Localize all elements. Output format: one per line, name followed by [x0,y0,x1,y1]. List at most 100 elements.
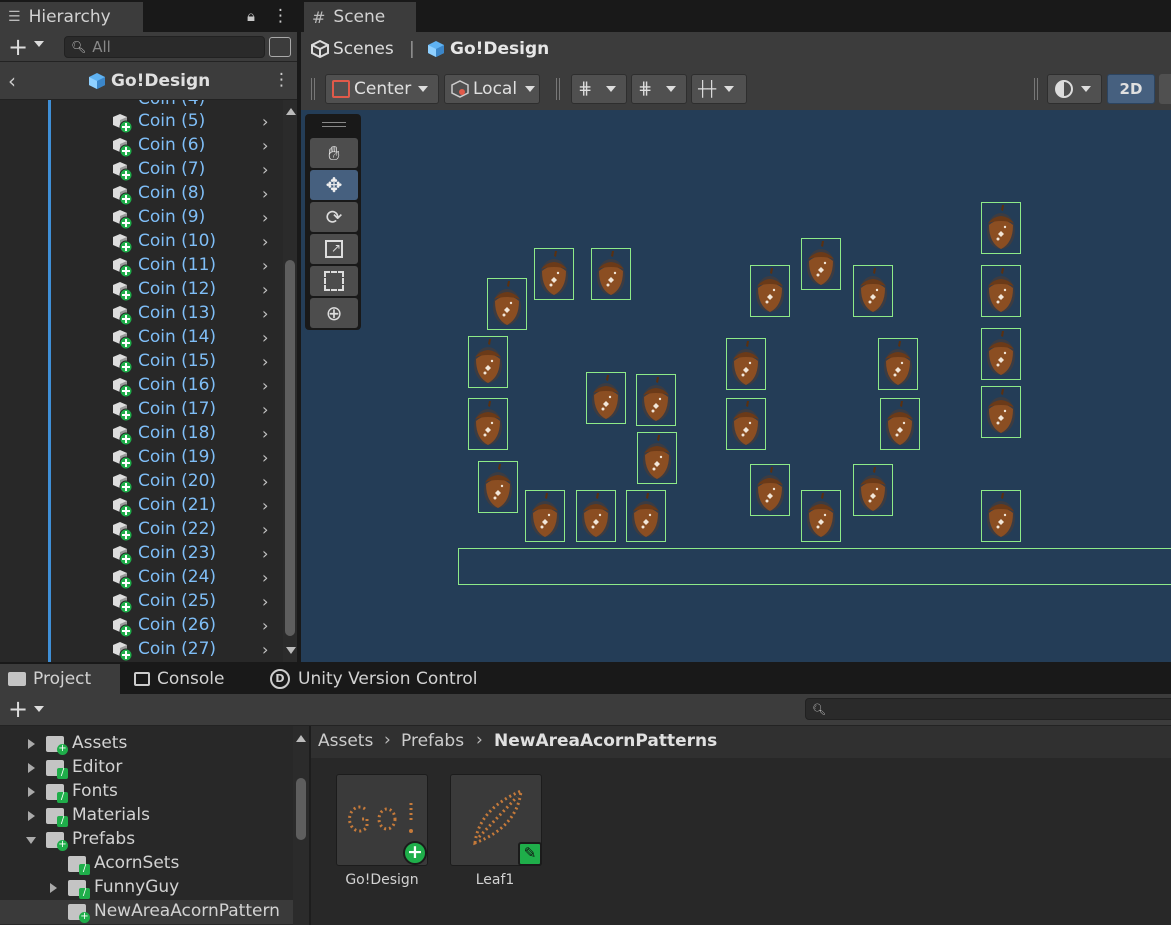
acorn-sprite[interactable] [626,490,666,542]
chevron-right-icon[interactable]: › [262,544,268,563]
chevron-down-icon[interactable] [34,706,44,712]
list-item[interactable]: Coin (24) › [0,566,283,590]
transform-tool-button[interactable]: ⊕ [310,298,358,328]
scroll-up-icon[interactable] [286,108,296,115]
tree-item[interactable]: / Fonts [0,780,293,804]
asset-tile-leaf1[interactable]: ✎ [450,774,542,866]
acorn-sprite[interactable] [487,278,527,330]
draw-mode-dropdown[interactable] [1047,74,1102,104]
list-item[interactable]: Coin (19) › [0,446,283,470]
pivot-center-dropdown[interactable]: Center [325,74,439,104]
acorn-sprite[interactable] [636,374,676,426]
collapsed-arrow-icon[interactable] [28,811,35,821]
list-item[interactable]: Coin (21) › [0,494,283,518]
acorn-sprite[interactable] [591,248,631,300]
acorn-sprite[interactable] [576,490,616,542]
add-icon[interactable]: + [8,695,28,723]
overlay-drag-handle[interactable] [322,122,346,127]
acorn-sprite[interactable] [981,265,1021,317]
tab-scene[interactable]: # Scene [304,2,416,32]
tab-project[interactable]: Project [0,664,120,694]
list-item[interactable]: Coin (5) › [0,110,283,134]
hand-tool-button[interactable]: ✋︎ [310,138,358,168]
chevron-right-icon[interactable]: › [262,184,268,203]
acorn-sprite[interactable] [981,202,1021,254]
move-tool-button[interactable]: ✥ [310,170,358,200]
header-more-icon[interactable]: ⋮ [273,70,290,90]
acorn-sprite[interactable] [853,265,893,317]
chevron-right-icon[interactable]: › [262,112,268,131]
list-item[interactable]: Coin (8) › [0,182,283,206]
acorn-sprite[interactable] [726,398,766,450]
list-item[interactable]: Coin (12) › [0,278,283,302]
tree-item[interactable]: + Assets [0,732,293,756]
acorn-sprite[interactable] [468,336,508,388]
chevron-right-icon[interactable]: › [262,592,268,611]
list-item[interactable]: Coin (10) › [0,230,283,254]
acorn-sprite[interactable] [525,490,565,542]
chevron-right-icon[interactable]: › [262,376,268,395]
list-item[interactable]: Coin (14) › [0,326,283,350]
tree-scrollbar[interactable] [293,726,309,925]
collapsed-arrow-icon[interactable] [28,787,35,797]
chevron-right-icon[interactable]: › [262,232,268,251]
chevron-right-icon[interactable]: › [262,496,268,515]
chevron-right-icon[interactable]: › [262,640,268,659]
chevron-right-icon[interactable]: › [262,208,268,227]
breadcrumb-assets[interactable]: Assets [318,731,373,751]
rotate-tool-button[interactable]: ⟳ [310,202,358,232]
list-item[interactable]: Coin (20) › [0,470,283,494]
chevron-down-icon[interactable] [34,41,44,47]
chevron-right-icon[interactable]: › [262,472,268,491]
grid-snap-button[interactable]: ⋕ [571,74,627,104]
hierarchy-search-input[interactable]: 🔍︎ All [64,36,265,58]
asset-tile-godesign[interactable]: + [336,774,428,866]
panel-splitter[interactable] [297,0,301,662]
list-item[interactable]: Coin (11) › [0,254,283,278]
list-item[interactable]: Coin (17) › [0,398,283,422]
list-item[interactable]: Coin (16) › [0,374,283,398]
list-item[interactable]: Coin (23) › [0,542,283,566]
chevron-right-icon[interactable]: › [262,136,268,155]
list-item[interactable]: Coin (27) › [0,638,283,662]
list-item[interactable]: Coin (18) › [0,422,283,446]
list-item[interactable]: Coin (6) › [0,134,283,158]
snap-settings-button[interactable]: ⋕ [631,74,687,104]
list-item[interactable]: Coin (22) › [0,518,283,542]
chevron-right-icon[interactable]: › [262,568,268,587]
acorn-sprite[interactable] [637,432,677,484]
acorn-sprite[interactable] [468,398,508,450]
collapsed-arrow-icon[interactable] [50,883,57,893]
collapsed-arrow-icon[interactable] [28,739,35,749]
scroll-down-icon[interactable] [286,647,296,654]
more-options-icon[interactable]: ⋮ [272,6,289,26]
acorn-sprite[interactable] [750,265,790,317]
breadcrumb-prefab[interactable]: Go!Design [450,39,549,59]
collapsed-arrow-icon[interactable] [28,763,35,773]
space-local-dropdown[interactable]: Local [444,74,540,104]
chevron-right-icon[interactable]: › [262,520,268,539]
tree-item[interactable]: / Materials [0,804,293,828]
list-item[interactable]: Coin (26) › [0,614,283,638]
lock-icon[interactable]: 🔒︎ [247,7,255,25]
list-item[interactable]: Coin (9) › [0,206,283,230]
acorn-sprite[interactable] [981,328,1021,380]
tree-item[interactable]: + NewAreaAcornPattern [0,900,293,924]
rect-tool-button[interactable] [310,266,358,296]
scroll-up-icon[interactable] [296,735,306,742]
list-item[interactable]: Coin (15) › [0,350,283,374]
acorn-sprite[interactable] [750,464,790,516]
chevron-right-icon[interactable]: › [262,304,268,323]
acorn-sprite[interactable] [801,490,841,542]
tree-item[interactable]: + Prefabs [0,828,293,852]
search-picker-icon[interactable] [269,37,291,57]
chevron-right-icon[interactable]: › [262,328,268,347]
tree-item[interactable]: / FunnyGuy [0,876,293,900]
acorn-sprite[interactable] [853,464,893,516]
acorn-sprite[interactable] [981,490,1021,542]
list-item[interactable]: Coin (7) › [0,158,283,182]
breadcrumb-scenes[interactable]: Scenes [333,39,394,59]
back-chevron-icon[interactable]: ‹ [8,69,16,93]
tab-console[interactable]: Console [126,664,256,694]
acorn-sprite[interactable] [726,338,766,390]
